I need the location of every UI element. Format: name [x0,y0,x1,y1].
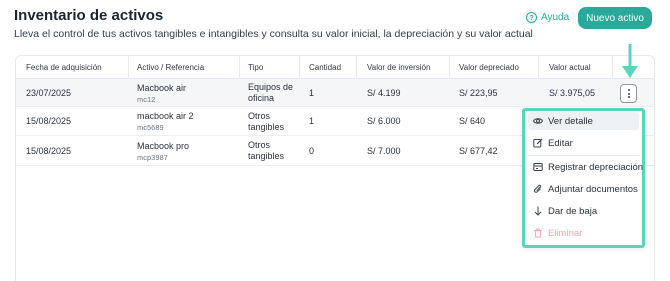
cell-cantidad: 1 [309,116,315,126]
cell-inversion: S/ 6.000 [367,116,401,126]
cell-cantidad: 0 [309,146,315,156]
column-header-activo: Activo / Referencia [137,63,205,72]
cell-activo: macbook air 2 [137,111,194,121]
cell-depreciado: S/ 640 [459,116,486,126]
register-depreciation-icon [533,162,543,172]
cell-fecha: 23/07/2025 [26,88,72,98]
column-divider [128,56,129,79]
column-divider [299,56,300,79]
menu-item-label: Dar de baja [548,205,598,217]
trash-icon [533,228,543,238]
cell-activo: Macbook pro [137,141,190,151]
cell-referencia: mcp3987 [137,153,168,162]
cell-referencia: mc12 [137,95,156,104]
column-header-fecha: Fecha de adquisición [26,63,102,72]
column-divider [538,56,539,79]
menu-item-label: Ver detalle [548,115,593,127]
kebab-dot [627,96,630,98]
column-header-actual: Valor actual [549,63,591,72]
table-header: Fecha de adquisición Activo / Referencia… [16,56,654,79]
menu-item-ver-detalle[interactable]: Ver detalle [528,112,639,130]
cell-activo: Macbook air [137,83,187,93]
page-title: Inventario de activos [14,7,164,24]
column-header-tipo: Tipo [248,63,264,72]
cell-inversion: S/ 4.199 [367,88,401,98]
kebab-dot [627,89,630,91]
menu-item-label: Editar [548,137,573,149]
menu-item-adjuntar-documentos[interactable]: Adjuntar documentos [528,180,639,198]
menu-item-label: Registrar depreciación [548,161,644,173]
eye-icon [533,116,543,126]
table-row[interactable]: 23/07/2025 Macbook air mc12 Equipos de o… [16,79,654,107]
page-header: Inventario de activos Lleva el control d… [14,7,656,47]
column-header-cantidad: Cantidad [309,63,342,72]
page-subtitle: Lleva el control de tus activos tangible… [14,28,533,40]
row-actions-menu: Ver detalle Editar Registrar depreciació… [522,108,645,248]
menu-item-label: Eliminar [548,227,583,239]
cell-depreciado: S/ 677,42 [459,146,498,156]
column-divider [239,56,240,79]
cell-tipo: Otros tangibles [248,140,285,161]
menu-item-registrar-depreciacion[interactable]: Registrar depreciación [528,158,643,176]
kebab-dot [627,92,630,95]
cell-actual: S/ 3.975,05 [549,88,596,98]
help-link[interactable]: ? Ayuda [526,12,569,23]
cell-cantidad: 1 [309,88,315,98]
cell-fecha: 15/08/2025 [26,116,72,126]
column-divider [356,56,357,79]
menu-item-eliminar: Eliminar [528,224,639,242]
menu-item-dar-de-baja[interactable]: Dar de baja [528,202,639,220]
column-header-depreciado: Valor depreciado [459,63,519,72]
menu-divider [528,155,639,156]
cell-depreciado: S/ 223,95 [459,88,498,98]
column-divider [612,56,613,79]
cell-referencia: mc5689 [137,123,164,132]
annotation-arrow-icon [622,44,638,78]
row-actions-button[interactable] [620,84,637,103]
cell-tipo: Equipos de oficina [248,82,294,103]
help-icon: ? [526,12,537,23]
cell-inversion: S/ 7.000 [367,146,401,156]
cell-tipo: Otros tangibles [248,111,285,132]
menu-item-label: Adjuntar documentos [548,183,638,195]
paperclip-icon [533,184,543,194]
help-label: Ayuda [541,12,570,23]
column-header-inversion: Valor de inversión [367,63,431,72]
arrow-down-icon [533,206,543,216]
menu-item-editar[interactable]: Editar [528,134,639,152]
cell-fecha: 15/08/2025 [26,146,72,156]
edit-icon [533,138,543,148]
column-divider [449,56,450,79]
new-asset-button[interactable]: Nuevo activo [578,7,652,29]
